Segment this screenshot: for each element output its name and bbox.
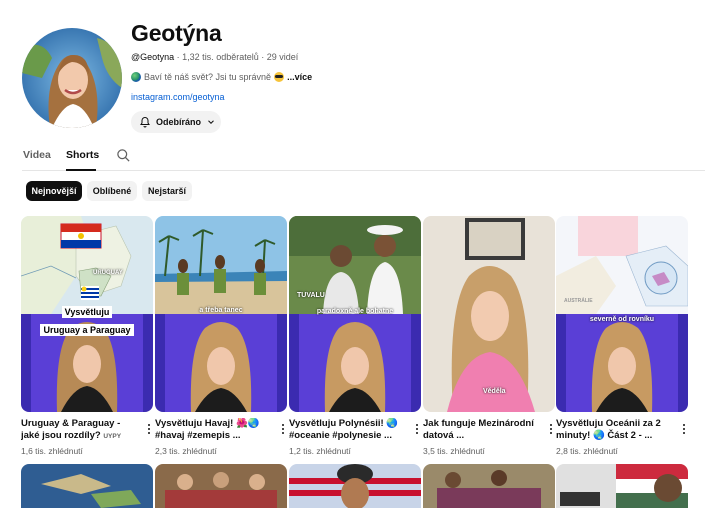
thumbnail-label: TUVALU <box>297 292 325 299</box>
chip-popular[interactable]: Oblíbené <box>87 181 137 201</box>
chip-oldest[interactable]: Nejstarší <box>142 181 192 201</box>
thumbnail-caption: severně od rovníku <box>589 316 655 323</box>
short-views: 3,5 tis. zhlédnutí <box>423 446 485 456</box>
more-options-icon[interactable] <box>145 422 153 436</box>
short-thumbnail[interactable] <box>556 464 688 508</box>
short-card: TUVALU paradoxně ale bohatne Vysvětluju … <box>289 216 421 456</box>
short-card: AUSTRÁLIE severně od rovníku Vysvětluju … <box>556 216 688 456</box>
short-views: 1,2 tis. zhlédnutí <box>289 446 351 456</box>
subscribed-label: Odebíráno <box>156 117 202 127</box>
short-thumbnail[interactable] <box>423 464 555 508</box>
channel-handle: @Geotyna <box>131 52 175 62</box>
short-title[interactable]: Vysvětluju Havaj! 🌺🌏 #havaj #zemepis ... <box>155 418 273 442</box>
tab-videos[interactable]: Videa <box>23 149 51 161</box>
thumbnail-caption: paradoxně ale bohatne <box>316 308 394 315</box>
short-card: URUGUAY Vysvětluju Uruguay a Paraguay Ur… <box>21 216 153 456</box>
more-options-icon[interactable] <box>279 422 287 436</box>
short-thumbnail[interactable] <box>21 464 153 508</box>
more-options-icon[interactable] <box>413 422 421 436</box>
short-views: 2,8 tis. zhlédnutí <box>556 446 618 456</box>
short-thumbnail[interactable]: URUGUAY Vysvětluju Uruguay a Paraguay <box>21 216 153 412</box>
short-thumbnail[interactable]: Věděla <box>423 216 555 412</box>
channel-meta: @Geotyna · 1,32 tis. odběratelů · 29 vid… <box>131 52 298 62</box>
sunglasses-icon <box>274 72 285 82</box>
channel-link[interactable]: instagram.com/geotyna <box>131 92 225 102</box>
thumbnail-caption: Vysvětluju Uruguay a Paraguay <box>21 302 153 338</box>
channel-tabs: Videa Shorts <box>22 143 705 171</box>
globe-icon <box>131 72 141 82</box>
short-views: 1,6 tis. zhlédnutí <box>21 446 83 456</box>
map-label: URUGUAY <box>93 270 123 276</box>
channel-stats: · 1,32 tis. odběratelů · 29 videí <box>174 52 299 62</box>
search-icon[interactable] <box>116 148 131 168</box>
description-text: Baví tě náš svět? Jsi tu správně <box>144 72 272 82</box>
more-link[interactable]: ...více <box>287 72 312 82</box>
short-thumbnail[interactable]: a třeba tanec <box>155 216 287 412</box>
chip-newest[interactable]: Nejnovější <box>26 181 82 201</box>
short-title[interactable]: Jak funguje Mezinárodní datová ... <box>423 418 541 442</box>
short-thumbnail[interactable] <box>289 464 421 508</box>
thumbnail-caption: Věděla <box>483 388 506 395</box>
bell-icon <box>140 116 150 128</box>
short-thumbnail[interactable]: AUSTRÁLIE severně od rovníku <box>556 216 688 412</box>
short-title[interactable]: Uruguay & Paraguay - jaké jsou rozdíly? … <box>21 418 139 442</box>
chevron-down-icon <box>208 120 214 124</box>
short-card: Věděla Jak funguje Mezinárodní datová ..… <box>423 216 555 456</box>
more-options-icon[interactable] <box>680 422 688 436</box>
map-label: AUSTRÁLIE <box>564 298 593 304</box>
short-thumbnail[interactable]: TUVALU paradoxně ale bohatne <box>289 216 421 412</box>
tab-shorts[interactable]: Shorts <box>66 149 99 161</box>
avatar-image <box>22 28 122 128</box>
short-card: a třeba tanec Vysvětluju Havaj! 🌺🌏 #hava… <box>155 216 287 456</box>
thumbnail-caption: a třeba tanec <box>199 307 243 314</box>
subscribed-button[interactable]: Odebíráno <box>131 111 221 133</box>
short-thumbnail[interactable] <box>155 464 287 508</box>
active-tab-indicator <box>66 169 96 171</box>
short-title[interactable]: Vysvětluju Oceánii za 2 minuty! 🌏 Část 2… <box>556 418 674 442</box>
channel-title: Geotýna <box>131 20 222 46</box>
more-options-icon[interactable] <box>547 422 555 436</box>
channel-description[interactable]: Baví tě náš svět? Jsi tu správně ...více <box>131 72 312 82</box>
channel-avatar[interactable] <box>22 28 122 128</box>
short-title[interactable]: Vysvětluju Polynésii! 🌏 #oceanie #polyne… <box>289 418 407 442</box>
short-views: 2,3 tis. zhlédnutí <box>155 446 217 456</box>
